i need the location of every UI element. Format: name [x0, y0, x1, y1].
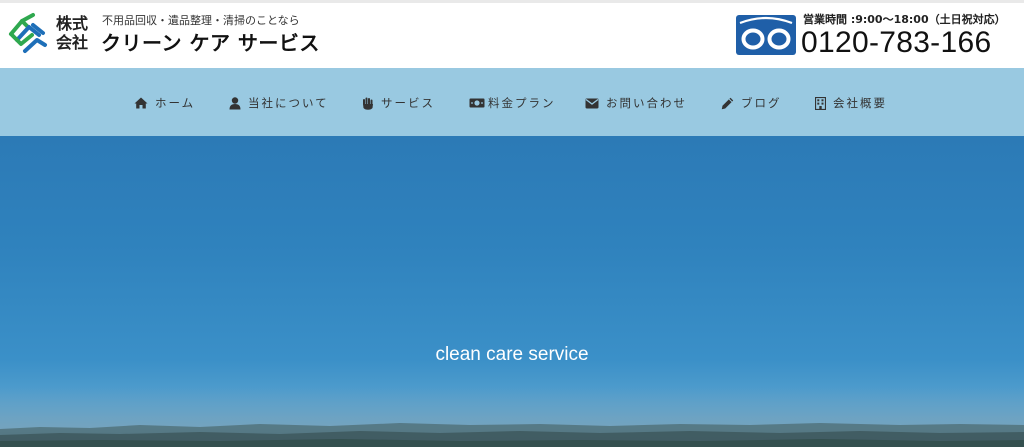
nav-item-blog[interactable]: ブログ — [721, 94, 782, 112]
nav-item-label: ホーム — [155, 96, 196, 110]
home-icon — [134, 97, 148, 109]
hero-image: clean care service — [0, 136, 1024, 447]
nav-item-home[interactable]: ホーム — [134, 94, 195, 112]
company-logo-icon[interactable] — [8, 12, 48, 56]
user-icon — [229, 96, 241, 109]
hero-title: clean care service — [435, 344, 589, 365]
nav-item-service[interactable]: サービス — [362, 94, 435, 112]
hero-cityscape-image — [0, 423, 1024, 447]
nav-item-label: ブログ — [741, 96, 782, 110]
nav-item-pricing[interactable]: 料金プラン — [469, 94, 556, 112]
phone-number[interactable]: 0120-783-166 — [801, 26, 991, 60]
nav-item-label: 料金プラン — [488, 96, 556, 110]
nav-item-about[interactable]: 当社について — [229, 94, 329, 112]
nav-item-contact[interactable]: お問い合わせ — [585, 94, 687, 112]
nav-item-company[interactable]: 会社概要 — [815, 94, 887, 112]
kaisha-text: 株式 会社 — [56, 14, 89, 52]
money-icon — [469, 98, 485, 108]
nav-item-label: サービス — [381, 96, 435, 110]
mail-icon — [585, 98, 599, 108]
building-icon — [815, 96, 826, 110]
company-name[interactable]: クリーン ケア サービス — [101, 30, 320, 56]
nav-item-label: 当社について — [248, 96, 329, 110]
business-hours: 営業時間 :9:00〜18:00（土日祝対応） — [803, 13, 1006, 26]
main-navigation: ホーム 当社について サービス 料金プラン お問い合わせ ブログ 会社概要 — [0, 68, 1024, 136]
nav-item-label: 会社概要 — [833, 96, 887, 110]
nav-list: ホーム 当社について サービス 料金プラン お問い合わせ ブログ 会社概要 — [0, 68, 1024, 136]
pencil-icon — [721, 97, 734, 109]
site-header: 株式 会社 不用品回収・遺品整理・清掃のことなら クリーン ケア サービス 営業… — [0, 3, 1024, 68]
freedial-icon — [736, 15, 796, 55]
hand-icon — [363, 97, 373, 110]
tagline: 不用品回収・遺品整理・清掃のことなら — [102, 14, 300, 27]
company-type-label: 株式 会社 — [56, 14, 96, 52]
nav-item-label: お問い合わせ — [606, 96, 687, 110]
